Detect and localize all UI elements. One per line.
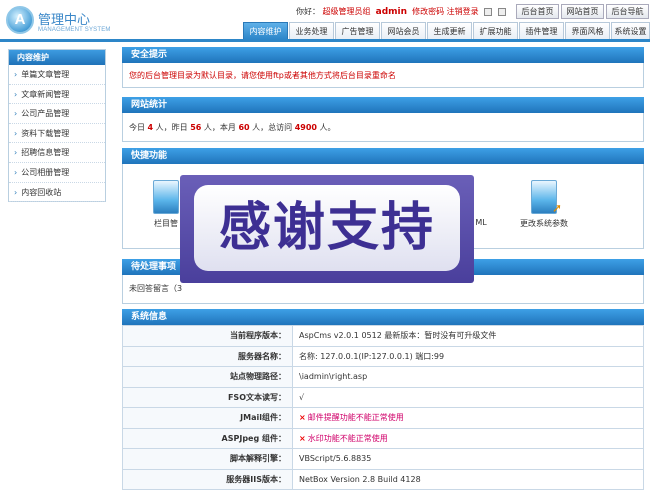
logout-link[interactable]: 注销登录 (447, 7, 479, 16)
logo-icon: A (6, 6, 34, 34)
stats-text: 今日 4 人，昨日 56 人，本月 60 人，总访问 4900 人。 (129, 123, 336, 132)
site-home-button[interactable]: 网站首页 (561, 4, 604, 19)
checkbox-icon[interactable] (497, 7, 506, 16)
security-text: 您的后台管理目录为默认目录，请您使用ftp或者其他方式将后台目录重命名 (129, 71, 396, 80)
tab-settings[interactable]: 系统设置 (611, 22, 650, 40)
sidebar-item[interactable]: › 公司相册管理 (9, 163, 105, 183)
stats-title: 网站统计 (122, 97, 644, 113)
arrow-icon: › (14, 148, 18, 158)
admin-home-button[interactable]: 后台首页 (516, 4, 559, 19)
overlay-badge: 感谢支持 (194, 185, 460, 271)
arrow-icon: › (14, 70, 18, 79)
greeting: 你好： (296, 7, 320, 16)
arrow-icon: › (14, 167, 18, 177)
error-icon: × (299, 413, 306, 423)
security-title: 安全提示 (122, 47, 644, 63)
system-params-icon: ➚ (531, 180, 562, 215)
table-row: JMail组件： × 邮件提醒功能不能正常使用 (122, 407, 644, 429)
sysinfo-title: 系统信息 (122, 309, 644, 325)
table-row: 服务器名称： 名称: 127.0.0.1(IP:127.0.0.1) 端口:99 (122, 345, 644, 367)
arrow-icon: › (14, 109, 18, 119)
arrow-icon: › (14, 187, 18, 197)
tab-business[interactable]: 业务处理 (289, 22, 334, 40)
tab-members[interactable]: 网站会员 (381, 22, 426, 40)
sidebar-title: 内容维护 (9, 50, 105, 65)
tab-plugins[interactable]: 插件管理 (519, 22, 564, 40)
stats-panel: 网站统计 今日 4 人，昨日 56 人，本月 60 人，总访问 4900 人。 (122, 97, 644, 142)
sidebar-item[interactable]: › 文章新闻管理 (9, 85, 105, 105)
sidebar-item[interactable]: › 单篇文章管理 (9, 65, 105, 85)
user-info: 你好： 超级管理员组 admin 修改密码 注销登录 (296, 6, 506, 17)
column-manage-icon (153, 180, 179, 214)
brand-subtitle: MANAGEMENT SYSTEM (38, 27, 111, 33)
main-nav: 内容维护 业务处理 广告管理 网站会员 生成更新 扩展功能 插件管理 界面风格 … (238, 22, 650, 40)
tab-theme[interactable]: 界面风格 (565, 22, 610, 40)
brand-title: 管理中心 (38, 12, 91, 27)
overlay-text: 感谢支持 (218, 198, 435, 258)
tab-extend[interactable]: 扩展功能 (473, 22, 518, 40)
tab-ads[interactable]: 广告管理 (335, 22, 380, 40)
sidebar: 内容维护 › 单篇文章管理 › 文章新闻管理 › 公司产品管理 › 资料下载管理 › 招聘… (8, 49, 106, 203)
admin-nav-button[interactable]: 后台导航 (606, 4, 649, 19)
user-role: 超级管理员组 (322, 7, 371, 16)
header-divider (0, 39, 650, 42)
table-row: 脚本解释引擎： VBScript/5.6.8835 (122, 448, 644, 470)
table-row: 当前程序版本： AspCms v2.0.1 0512 最新版本：暂时没有可升级文件 (122, 325, 644, 347)
tab-content[interactable]: 内容维护 (243, 22, 288, 40)
error-icon: × (299, 433, 306, 443)
arrow-icon: › (14, 89, 18, 99)
change-password-link[interactable]: 修改密码 (412, 7, 444, 16)
sysinfo-table: 当前程序版本： AspCms v2.0.1 0512 最新版本：暂时没有可升级文件… (122, 325, 644, 490)
checkbox-icon[interactable] (484, 7, 493, 16)
thanks-overlay: 感谢支持 (180, 175, 474, 283)
quick-title: 快捷功能 (122, 148, 644, 164)
arrow-icon: › (14, 128, 18, 138)
username: admin (375, 7, 408, 17)
table-row: ASPJpeg 组件： × 水印功能不能正常使用 (122, 427, 644, 449)
quick-item-system-params[interactable]: ➚ 更改系统参数 (514, 180, 574, 229)
security-panel: 安全提示 您的后台管理目录为默认目录，请您使用ftp或者其他方式将后台目录重命名 (122, 47, 644, 88)
sidebar-item[interactable]: › 招聘信息管理 (9, 143, 105, 163)
table-row: 站点物理路径： \iadmin\right.asp (122, 366, 644, 388)
sidebar-item[interactable]: › 内容回收站 (9, 183, 105, 203)
sysinfo-panel: 系统信息 当前程序版本： AspCms v2.0.1 0512 最新版本：暂时没有… (122, 309, 644, 490)
table-row: FSO文本读写： √ (122, 386, 644, 408)
sidebar-item[interactable]: › 资料下载管理 (9, 124, 105, 144)
tab-generate[interactable]: 生成更新 (427, 22, 472, 40)
sidebar-item[interactable]: › 公司产品管理 (9, 104, 105, 124)
header: A 管理中心 MANAGEMENT SYSTEM 你好： 超级管理员组 admi… (0, 0, 650, 42)
table-row: 服务器IIS版本： NetBox Version 2.8 Build 4128 (122, 468, 644, 490)
